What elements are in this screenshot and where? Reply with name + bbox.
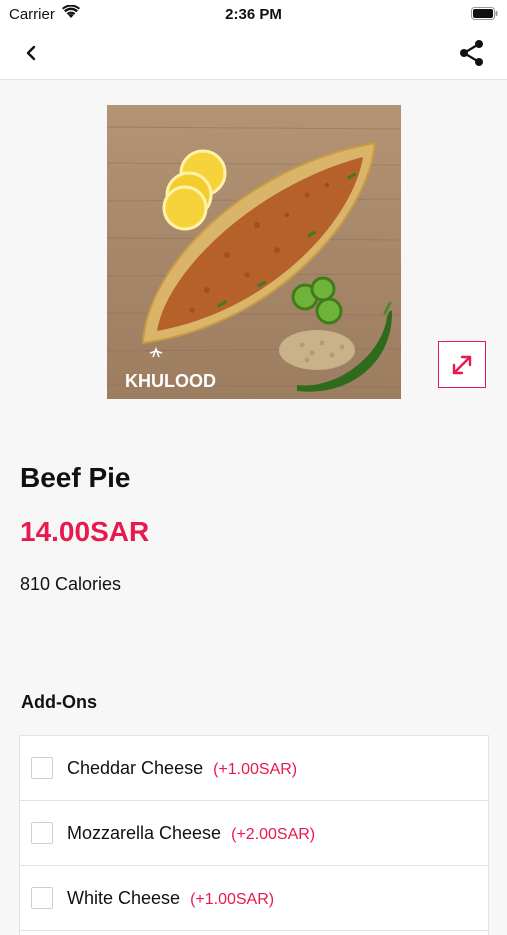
addon-checkbox[interactable] xyxy=(31,757,53,779)
product-price: 14.00SAR xyxy=(20,516,150,547)
addon-price: (+1.00SAR) xyxy=(213,761,298,778)
expand-image-button[interactable] xyxy=(438,341,486,388)
back-button[interactable] xyxy=(20,41,44,65)
navigation-bar xyxy=(0,28,507,80)
addons-heading: Add-Ons xyxy=(21,692,97,712)
addon-price: (+2.00SAR) xyxy=(231,826,316,843)
addon-option[interactable]: Cheddar Cheese (+1.00SAR) xyxy=(20,736,488,801)
product-image[interactable]: KHULOOD xyxy=(107,105,401,399)
addon-checkbox[interactable] xyxy=(31,887,53,909)
chevron-left-icon xyxy=(26,45,36,61)
product-title: Beef Pie xyxy=(20,462,131,493)
addon-name: White Cheese xyxy=(67,888,181,908)
battery-icon xyxy=(471,7,498,20)
product-calories: 810 Calories xyxy=(20,574,122,594)
status-bar: Carrier 2:36 PM xyxy=(0,0,507,28)
addon-option[interactable]: Mozzarella Cheese (+2.00SAR) xyxy=(20,801,488,866)
addon-checkbox[interactable] xyxy=(31,822,53,844)
addons-list: Cheddar Cheese (+1.00SAR) Mozzarella Chee… xyxy=(19,735,489,935)
expand-arrows-icon xyxy=(452,355,472,375)
addon-name: Cheddar Cheese xyxy=(67,758,204,778)
addon-name: Mozzarella Cheese xyxy=(67,823,222,843)
share-icon xyxy=(460,40,483,66)
addon-option[interactable]: White Cheese (+1.00SAR) xyxy=(20,866,488,931)
share-button[interactable] xyxy=(459,39,485,67)
status-time: 2:36 PM xyxy=(225,6,282,23)
brand-logo-text: KHULOOD xyxy=(125,371,216,391)
